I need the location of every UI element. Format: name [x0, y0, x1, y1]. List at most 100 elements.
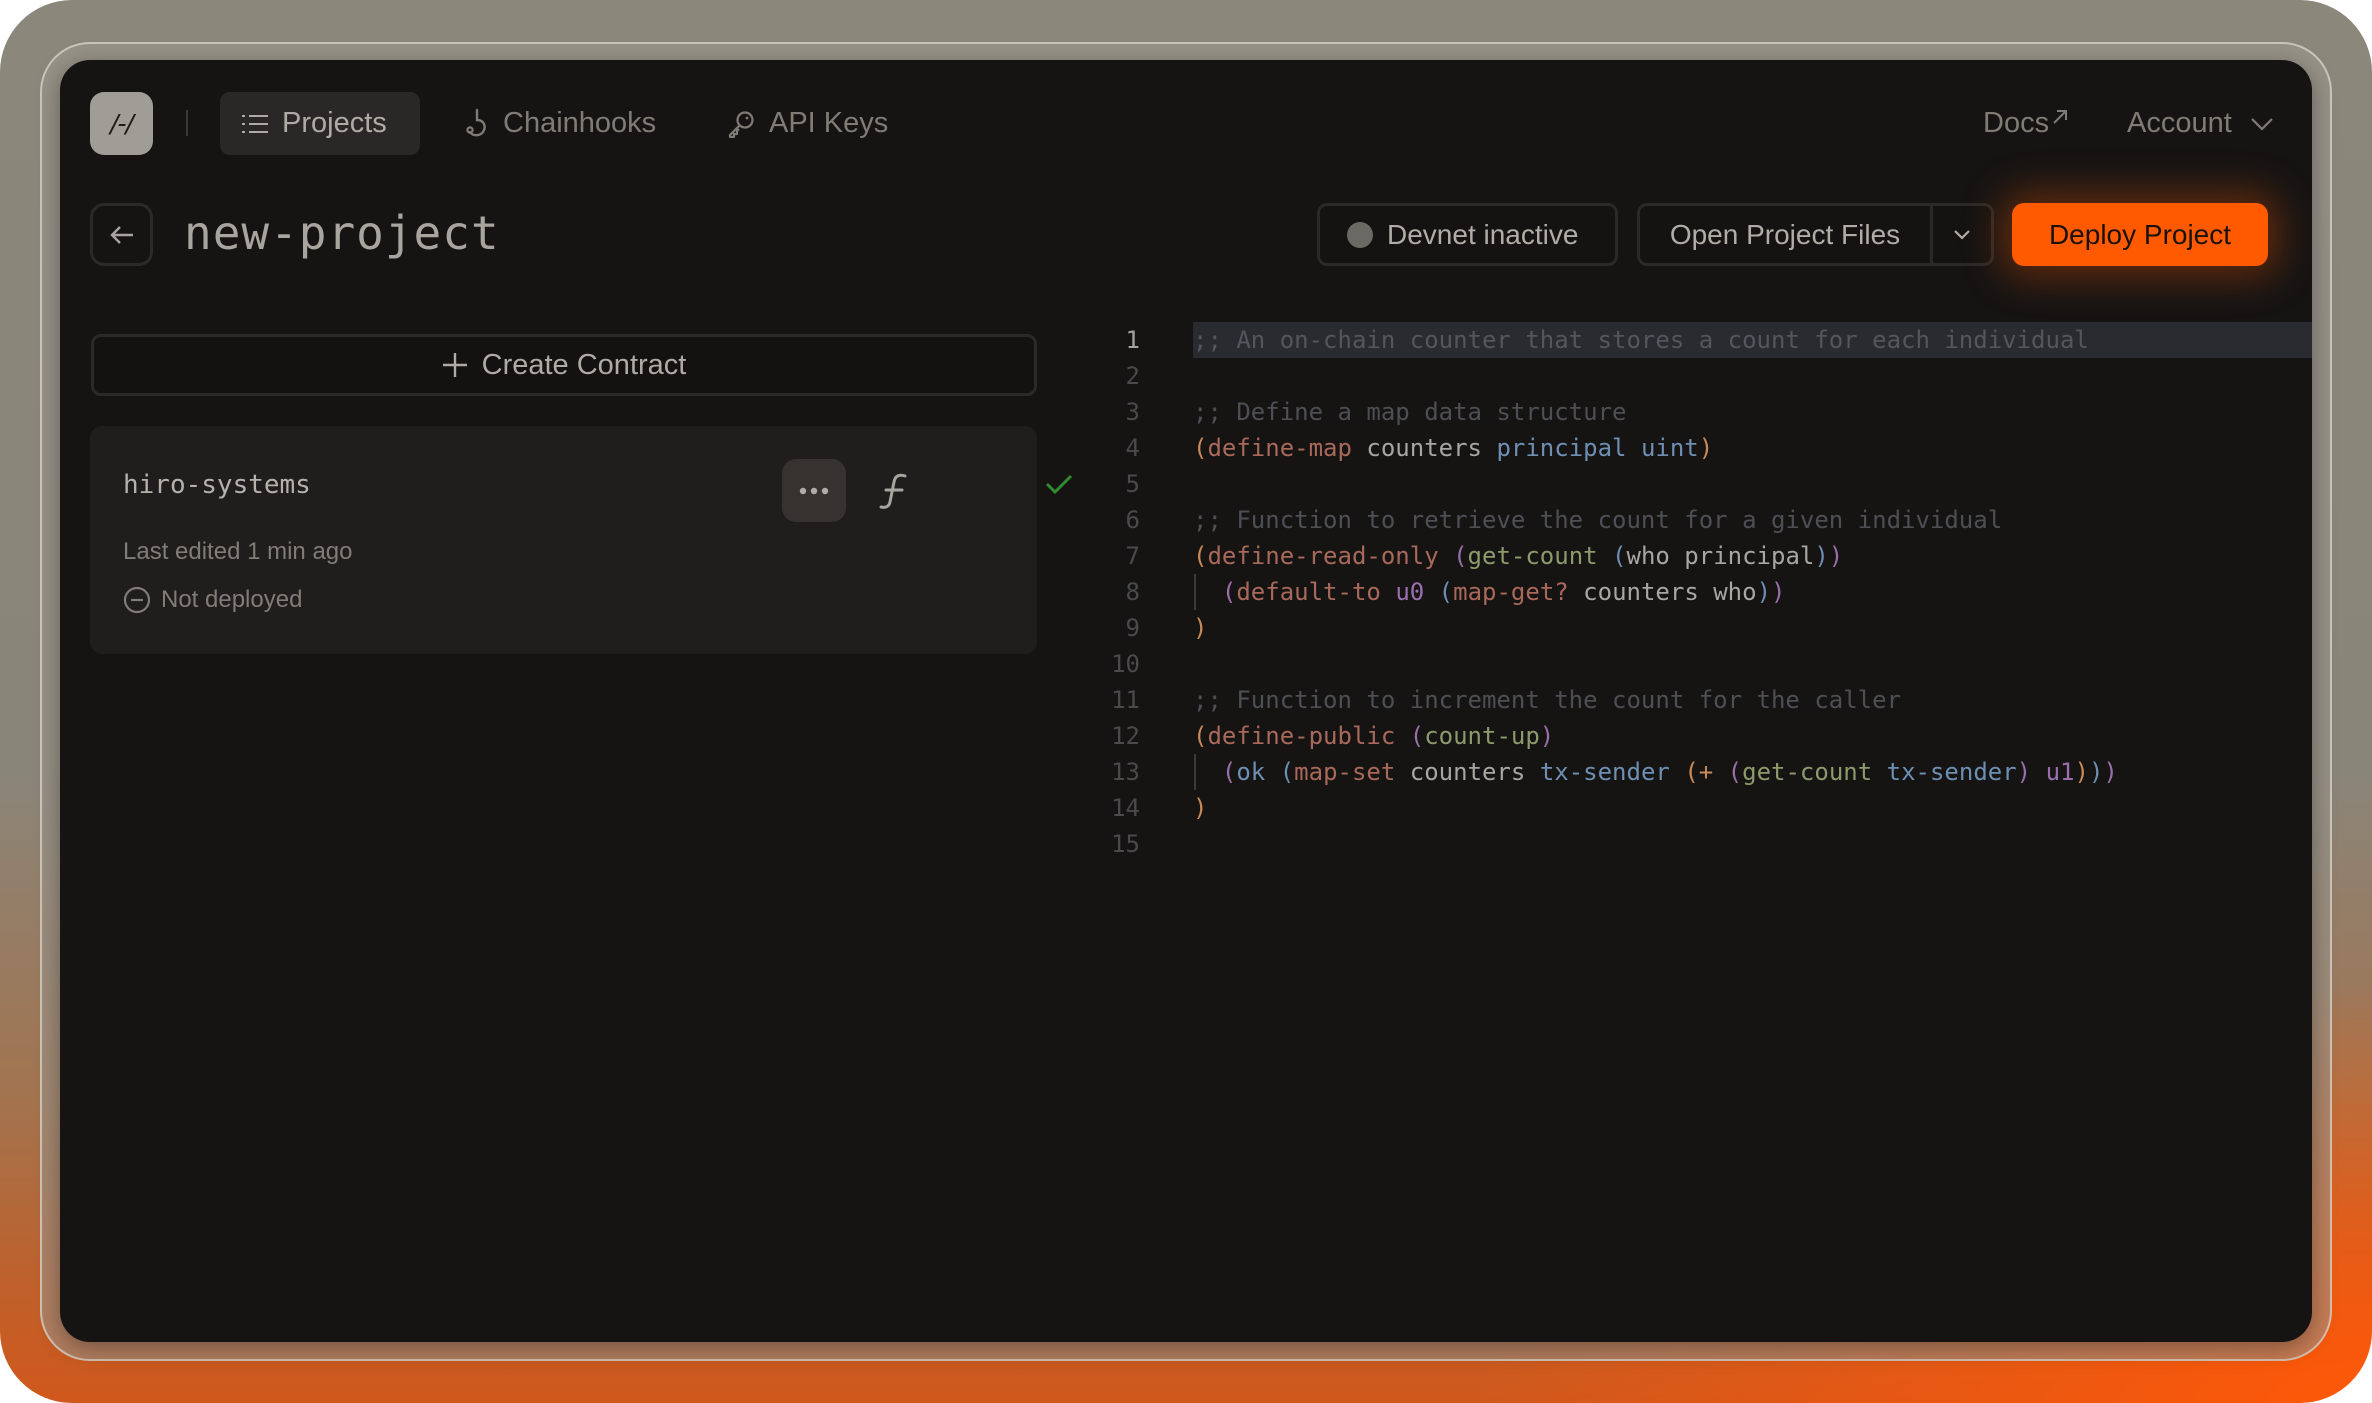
- code-token: counters: [1409, 758, 1540, 786]
- code-token: ): [1539, 722, 1555, 750]
- code-token: ): [1756, 578, 1772, 606]
- code-line[interactable]: 5: [1090, 466, 2312, 502]
- code-token: map-set: [1294, 758, 1410, 786]
- code-token: define-public: [1207, 722, 1410, 750]
- code-line[interactable]: 14): [1090, 790, 2312, 826]
- code-token: (: [1684, 758, 1699, 786]
- code-token: (: [1438, 578, 1454, 606]
- code-token: +: [1698, 758, 1728, 786]
- code-text: ;; Define a map data structure: [1193, 394, 2312, 430]
- nav-tab-chainhooks[interactable]: Chainhooks: [443, 92, 678, 155]
- code-text: ;; Function to increment the count for t…: [1193, 682, 2312, 718]
- deploy-label: Deploy Project: [2048, 218, 2232, 250]
- code-line[interactable]: 10: [1090, 646, 2312, 682]
- create-contract-button[interactable]: Create Contract: [91, 334, 1037, 396]
- function-icon[interactable]: [875, 466, 913, 516]
- line-number: 5: [1125, 470, 1140, 498]
- docs-label: Docs: [1983, 107, 2050, 139]
- line-number: 3: [1125, 398, 1140, 426]
- line-number: 8: [1125, 578, 1140, 606]
- open-project-files-group: Open Project Files: [1637, 203, 1994, 266]
- plus-icon: [442, 353, 467, 377]
- line-number: 14: [1111, 794, 1140, 822]
- line-number: 12: [1111, 722, 1140, 750]
- hiro-logo[interactable]: /-/: [90, 92, 153, 155]
- more-horizontal-icon: [799, 487, 829, 494]
- code-token: map-get?: [1453, 578, 1584, 606]
- line-number: 13: [1111, 758, 1140, 786]
- code-token: default-to: [1236, 578, 1396, 606]
- code-token: ;; Function to increment the count for t…: [1193, 686, 1902, 714]
- line-number: 1: [1125, 326, 1140, 354]
- code-token: ;; Define a map data structure: [1193, 398, 1627, 426]
- create-contract-label: Create Contract: [481, 348, 687, 381]
- devnet-status-label: Devnet inactive: [1387, 218, 1579, 250]
- nav-tab-api-keys[interactable]: API Keys: [705, 92, 910, 155]
- code-text: (define-public (count-up): [1193, 718, 2312, 754]
- code-token: (: [1453, 542, 1468, 570]
- code-line[interactable]: 13 (ok (map-set counters tx-sender (+ (g…: [1090, 754, 2312, 790]
- code-token: ;; An on-chain counter that stores a cou…: [1193, 326, 2089, 354]
- code-token: (: [1193, 722, 1208, 750]
- nav-tab-label: Chainhooks: [503, 107, 657, 139]
- code-token: ): [2088, 758, 2104, 786]
- line-number: 9: [1125, 614, 1140, 642]
- nav-tab-label: API Keys: [769, 107, 889, 139]
- account-menu[interactable]: Account: [2127, 92, 2274, 155]
- contract-card[interactable]: hiro-systems Last edited 1 min ago Not d…: [90, 426, 1073, 654]
- docs-link[interactable]: Docs: [1983, 92, 2069, 155]
- code-line[interactable]: 9): [1090, 610, 2312, 646]
- code-token: ok: [1236, 758, 1280, 786]
- deploy-project-button[interactable]: Deploy Project: [2012, 203, 2268, 266]
- code-text: (define-map counters principal uint): [1193, 430, 2312, 466]
- code-token: tx-sender: [1539, 758, 1685, 786]
- code-token: ): [1828, 542, 1844, 570]
- code-text: (define-read-only (get-count (who princi…: [1193, 538, 2312, 574]
- code-token: ): [1771, 578, 1786, 606]
- code-token: u0: [1395, 578, 1439, 606]
- hook-icon: [466, 108, 486, 136]
- code-token: who principal: [1626, 542, 1815, 570]
- nav-tab-projects[interactable]: Projects: [220, 92, 420, 155]
- code-text: ;; An on-chain counter that stores a cou…: [1193, 322, 2312, 358]
- devnet-status-dot: [1347, 221, 1373, 248]
- code-line[interactable]: 12 (define-public (count-up): [1090, 718, 2312, 754]
- code-line[interactable]: 1 ;; An on-chain counter that stores a co…: [1090, 322, 2312, 358]
- code-text: (ok (map-set counters tx-sender (+ (get-…: [1193, 754, 2312, 790]
- code-token: get-count: [1467, 542, 1613, 570]
- code-token: counters who: [1583, 578, 1757, 606]
- chevron-down-icon: [1954, 230, 1970, 240]
- code-line[interactable]: 4 (define-map counters principal uint): [1090, 430, 2312, 466]
- code-text: ): [1193, 610, 2312, 646]
- devnet-status-button[interactable]: Devnet inactive: [1317, 203, 1618, 266]
- code-line[interactable]: 15: [1090, 826, 2312, 862]
- code-line[interactable]: 3 ;; Define a map data structure: [1090, 394, 2312, 430]
- open-project-files-button[interactable]: Open Project Files: [1640, 206, 1933, 263]
- code-line[interactable]: 8 (default-to u0 (map-get? counters who)…: [1090, 574, 2312, 610]
- code-line[interactable]: 11 ;; Function to increment the count for…: [1090, 682, 2312, 718]
- code-line[interactable]: 6 ;; Function to retrieve the count for a…: [1090, 502, 2312, 538]
- code-line[interactable]: 7 (define-read-only (get-count (who princ…: [1090, 538, 2312, 574]
- key-icon: [728, 110, 754, 138]
- back-button[interactable]: [90, 203, 153, 266]
- code-line[interactable]: 2: [1090, 358, 2312, 394]
- code-token: count-up: [1424, 722, 1540, 750]
- contract-last-edited: Last edited 1 min ago: [123, 538, 353, 565]
- list-icon: [242, 114, 268, 133]
- code-token: (: [1221, 578, 1237, 606]
- open-files-dropdown-button[interactable]: [1933, 206, 1991, 263]
- account-label: Account: [2127, 107, 2232, 139]
- line-number: 4: [1125, 434, 1140, 462]
- code-text: ;; Function to retrieve the count for a …: [1193, 502, 2312, 538]
- code-token: ): [2074, 758, 2089, 786]
- line-number: 6: [1125, 506, 1140, 534]
- code-token: ): [1193, 614, 1208, 642]
- contract-deploy-status: Not deployed: [123, 586, 302, 614]
- line-number: 10: [1111, 650, 1140, 678]
- contract-more-button[interactable]: [782, 459, 846, 522]
